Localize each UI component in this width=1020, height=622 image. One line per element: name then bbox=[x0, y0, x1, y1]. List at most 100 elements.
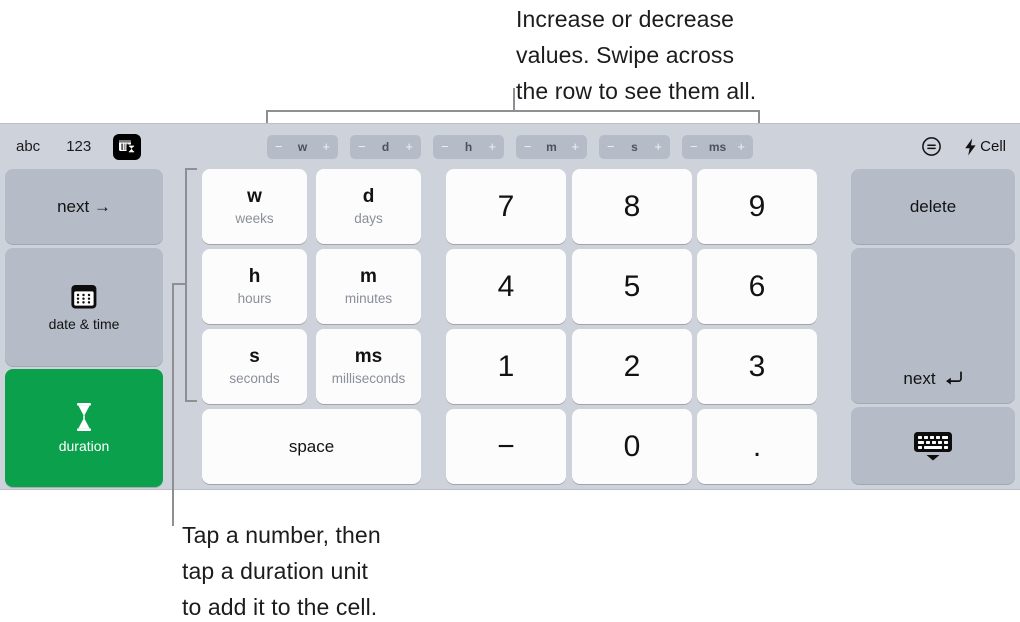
keyboard-mode-switcher: abc 123 bbox=[12, 124, 142, 169]
top-bracket-leader bbox=[513, 88, 515, 111]
num-label: 0 bbox=[623, 429, 641, 463]
stepper-unit-label: d bbox=[381, 139, 390, 154]
stepper-w[interactable]: − w + bbox=[267, 134, 338, 159]
num-label: . bbox=[752, 429, 762, 463]
num-label: 5 bbox=[623, 269, 641, 303]
num-key-decimal[interactable]: . bbox=[697, 409, 817, 484]
num-label: 9 bbox=[748, 189, 766, 223]
num-key-0[interactable]: 0 bbox=[572, 409, 692, 484]
stepper-m[interactable]: − m + bbox=[516, 134, 587, 159]
stepper-s[interactable]: − s + bbox=[599, 134, 670, 159]
bottom-callout-text: Tap a number, then tap a duration unit t… bbox=[182, 522, 381, 620]
return-arrow-icon bbox=[943, 371, 963, 387]
equals-circle-icon[interactable] bbox=[921, 136, 942, 157]
hide-keyboard-key[interactable] bbox=[851, 407, 1015, 484]
stepper-h[interactable]: − h + bbox=[433, 134, 504, 159]
next-return-key[interactable]: next bbox=[851, 248, 1015, 403]
num-key-5[interactable]: 5 bbox=[572, 249, 692, 324]
num-key-8[interactable]: 8 bbox=[572, 169, 692, 244]
num-key-6[interactable]: 6 bbox=[697, 249, 817, 324]
num-label: 4 bbox=[497, 269, 515, 303]
num-key-1[interactable]: 1 bbox=[446, 329, 566, 404]
num-label: 1 bbox=[497, 349, 515, 383]
date-time-key[interactable]: date & time bbox=[5, 248, 163, 366]
unit-key-days[interactable]: d days bbox=[316, 169, 421, 244]
unit-abbr: d bbox=[362, 185, 375, 207]
next-return-label: next bbox=[903, 369, 936, 388]
unit-key-milliseconds[interactable]: ms milliseconds bbox=[316, 329, 421, 404]
mode-123-button[interactable]: 123 bbox=[62, 136, 95, 157]
next-field-label: next → bbox=[57, 196, 111, 216]
cell-reference-button[interactable]: Cell bbox=[964, 138, 1006, 156]
num-label: 6 bbox=[748, 269, 766, 303]
hide-keyboard-icon bbox=[912, 430, 954, 462]
delete-key[interactable]: delete bbox=[851, 169, 1015, 244]
bottom-leader-vertical bbox=[172, 283, 174, 526]
unit-abbr: ms bbox=[354, 345, 383, 367]
duration-keyboard-panel: abc 123 − w + − d + − h + − m + − s + − … bbox=[0, 123, 1020, 490]
calendar-icon bbox=[70, 283, 98, 310]
num-label: 7 bbox=[497, 189, 515, 223]
duration-label: duration bbox=[58, 438, 110, 454]
top-bracket-tick-left bbox=[266, 110, 268, 123]
stepper-plus-icon[interactable]: + bbox=[571, 140, 579, 153]
top-bracket-tick-right bbox=[758, 110, 760, 123]
next-field-key[interactable]: next → bbox=[5, 169, 163, 244]
unit-key-minutes[interactable]: m minutes bbox=[316, 249, 421, 324]
screenshot-root: Increase or decrease values. Swipe acros… bbox=[0, 0, 1020, 622]
top-callout-text: Increase or decrease values. Swipe acros… bbox=[516, 6, 757, 104]
num-key-4[interactable]: 4 bbox=[446, 249, 566, 324]
stepper-d[interactable]: − d + bbox=[350, 134, 421, 159]
stepper-minus-icon[interactable]: − bbox=[358, 140, 366, 153]
num-key-minus[interactable]: − bbox=[446, 409, 566, 484]
stepper-minus-icon[interactable]: − bbox=[275, 140, 283, 153]
unit-full: minutes bbox=[344, 291, 393, 307]
num-key-9[interactable]: 9 bbox=[697, 169, 817, 244]
space-label: space bbox=[288, 436, 335, 456]
unit-key-hours[interactable]: h hours bbox=[202, 249, 307, 324]
stepper-ms[interactable]: − ms + bbox=[682, 134, 753, 159]
unit-abbr: s bbox=[249, 345, 260, 367]
unit-full: seconds bbox=[229, 371, 280, 387]
num-key-2[interactable]: 2 bbox=[572, 329, 692, 404]
duration-key[interactable]: duration bbox=[5, 369, 163, 487]
unit-bracket-tick-top bbox=[185, 168, 197, 170]
stepper-plus-icon[interactable]: + bbox=[737, 140, 745, 153]
stepper-plus-icon[interactable]: + bbox=[488, 140, 496, 153]
unit-full: milliseconds bbox=[331, 371, 406, 387]
unit-abbr: w bbox=[247, 185, 262, 207]
stepper-plus-icon[interactable]: + bbox=[405, 140, 413, 153]
num-key-7[interactable]: 7 bbox=[446, 169, 566, 244]
unit-full: days bbox=[354, 211, 383, 227]
unit-bracket-tick-bottom bbox=[185, 400, 197, 402]
next-return-content: next bbox=[903, 369, 962, 389]
table-duration-icon[interactable] bbox=[113, 133, 142, 160]
unit-stepper-row[interactable]: − w + − d + − h + − m + − s + − ms + bbox=[267, 124, 753, 169]
stepper-minus-icon[interactable]: − bbox=[524, 140, 532, 153]
stepper-plus-icon[interactable]: + bbox=[322, 140, 330, 153]
stepper-minus-icon[interactable]: − bbox=[607, 140, 615, 153]
unit-full: hours bbox=[237, 291, 272, 307]
unit-key-seconds[interactable]: s seconds bbox=[202, 329, 307, 404]
bottom-leader-tick-top bbox=[172, 283, 185, 285]
num-label: 3 bbox=[748, 349, 766, 383]
unit-key-weeks[interactable]: w weeks bbox=[202, 169, 307, 244]
num-label: − bbox=[497, 429, 515, 463]
stepper-plus-icon[interactable]: + bbox=[654, 140, 662, 153]
num-label: 8 bbox=[623, 189, 641, 223]
unit-abbr: m bbox=[360, 265, 377, 287]
num-key-3[interactable]: 3 bbox=[697, 329, 817, 404]
stepper-unit-label: s bbox=[631, 139, 638, 154]
mode-abc-button[interactable]: abc bbox=[12, 136, 44, 157]
cell-label: Cell bbox=[980, 138, 1006, 155]
space-key[interactable]: space bbox=[202, 409, 421, 484]
bolt-icon bbox=[964, 138, 977, 156]
date-time-label: date & time bbox=[48, 315, 120, 332]
stepper-minus-icon[interactable]: − bbox=[690, 140, 698, 153]
delete-label: delete bbox=[909, 196, 957, 216]
stepper-minus-icon[interactable]: − bbox=[441, 140, 449, 153]
stepper-unit-label: w bbox=[297, 139, 308, 154]
unit-bracket-vertical bbox=[185, 168, 187, 402]
unit-abbr: h bbox=[248, 265, 261, 287]
keyboard-toolbar: abc 123 − w + − d + − h + − m + − s + − … bbox=[0, 124, 1020, 169]
